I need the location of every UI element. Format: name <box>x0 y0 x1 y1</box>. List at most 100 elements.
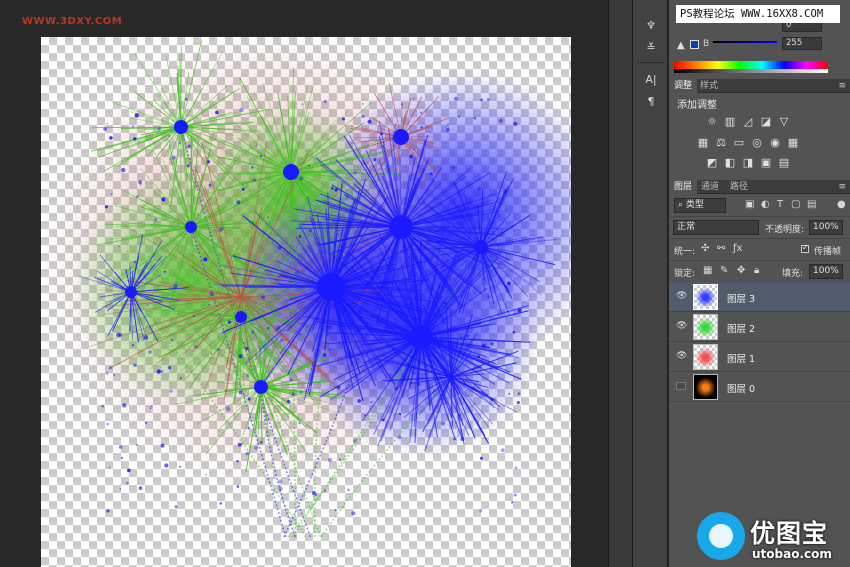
pixel-filter-icon[interactable]: ▣ <box>745 199 754 210</box>
glitter-dot <box>459 335 464 340</box>
glitter-dot <box>106 422 110 426</box>
glitter-dot <box>445 260 449 264</box>
unify-visibility-icon[interactable]: ⚯ <box>717 243 725 254</box>
photo-filter-icon[interactable]: ◎ <box>751 137 763 148</box>
layer-row[interactable]: 👁︎ 图层 1 <box>669 342 850 372</box>
glitter-dot <box>109 366 112 370</box>
glitter-dot <box>412 372 416 376</box>
propagate-frame-checkbox[interactable] <box>801 243 809 253</box>
tab-styles[interactable]: 样式 <box>695 79 723 93</box>
opacity-value: 100% <box>813 222 839 232</box>
channel-mixer-icon[interactable]: ◉ <box>769 137 781 148</box>
glitter-dot <box>517 392 521 395</box>
glitter-dot <box>403 208 405 210</box>
shape-filter-icon[interactable]: ▢ <box>791 199 800 210</box>
tab-layers[interactable]: 图层 <box>669 180 698 194</box>
brush-preset-icon[interactable]: ♆ <box>642 18 660 34</box>
selective-color-icon[interactable]: ▤ <box>778 157 790 168</box>
tab-channels[interactable]: 通道 <box>696 180 724 194</box>
layer-row[interactable]: 👁︎ 图层 3 <box>669 282 850 312</box>
adjustment-filter-icon[interactable]: ◐ <box>761 199 770 210</box>
type-filter-icon[interactable]: T <box>777 199 783 210</box>
glitter-dot <box>361 115 365 118</box>
color-spectrum-ramp[interactable] <box>674 61 828 73</box>
glitter-dot <box>109 136 113 140</box>
firework-core <box>389 215 413 239</box>
layers-tabbar: 图层 通道 路径 ≡ <box>669 180 850 194</box>
glitter-dot <box>446 123 449 126</box>
glitter-dot <box>351 511 356 516</box>
glitter-dot <box>328 325 333 330</box>
glitter-dot <box>363 222 365 225</box>
lock-image-icon[interactable]: ✎ <box>720 265 728 276</box>
posterize-icon[interactable]: ◧ <box>724 157 736 168</box>
lock-position-icon[interactable]: ✥ <box>737 265 745 276</box>
glitter-dot <box>344 196 350 201</box>
tab-adjustments[interactable]: 调整 <box>669 79 698 93</box>
fill-input[interactable]: 100% <box>809 264 843 279</box>
glitter-dot <box>352 257 354 259</box>
panel-menu-icon[interactable]: ≡ <box>838 79 846 93</box>
filter-kind-select[interactable]: ⌕ 类型 <box>674 198 726 213</box>
glitter-dot <box>491 230 495 233</box>
thumbnail-burst <box>696 378 715 397</box>
glitter-dot <box>209 291 214 296</box>
curves-icon[interactable]: ◿ <box>742 116 754 127</box>
color-lookup-icon[interactable]: ▦ <box>787 137 799 148</box>
visibility-eye-icon[interactable]: 👁︎ <box>676 352 687 361</box>
visibility-eye-icon[interactable]: 👁︎ <box>676 292 687 301</box>
color-balance-icon[interactable]: ⚖ <box>715 137 727 148</box>
unify-style-icon[interactable]: ƒx <box>733 243 742 254</box>
brightness-contrast-icon[interactable]: ☼ <box>706 116 718 127</box>
layer-row[interactable]: 👁︎ 图层 2 <box>669 312 850 342</box>
black-white-icon[interactable]: ▭ <box>733 137 745 148</box>
visibility-eye-icon[interactable]: 👁︎ <box>676 322 687 331</box>
gradient-triangle-icon[interactable]: ▽ <box>778 116 790 127</box>
blend-mode-value: 正常 <box>677 222 696 232</box>
glitter-dot <box>245 346 249 351</box>
gradient-map-icon[interactable]: ▣ <box>760 157 772 168</box>
exposure-icon[interactable]: ◪ <box>760 116 772 127</box>
opacity-input[interactable]: 100% <box>809 220 843 235</box>
blend-mode-select[interactable]: 正常 <box>673 220 759 235</box>
vibrance-icon[interactable]: ▦ <box>697 137 709 148</box>
glitter-dot <box>299 333 302 336</box>
layer-thumbnail <box>693 374 718 400</box>
threshold-icon[interactable]: ◨ <box>742 157 754 168</box>
color-value-b[interactable]: 255 <box>782 37 822 50</box>
glitter-dot <box>311 221 316 225</box>
layers-panel-menu-icon[interactable]: ≡ <box>838 180 846 194</box>
glitter-dot <box>317 457 319 460</box>
brush-settings-icon[interactable]: ≚ <box>642 40 660 56</box>
web-color-swatch[interactable] <box>690 40 699 49</box>
vertical-scrollbar[interactable] <box>608 0 632 567</box>
glitter-dot <box>219 228 223 232</box>
invert-icon[interactable]: ◩ <box>706 157 718 168</box>
glitter-dot <box>247 427 250 430</box>
glitter-dot <box>458 257 461 259</box>
fill-value: 100% <box>813 266 839 276</box>
character-icon[interactable]: A| <box>642 72 660 88</box>
tab-paths[interactable]: 路径 <box>725 180 753 194</box>
visibility-toggle-empty[interactable] <box>676 382 686 390</box>
levels-icon[interactable]: ▥ <box>724 116 736 127</box>
layer-row[interactable]: 图层 0 <box>669 372 850 402</box>
glitter-dot <box>356 328 361 333</box>
lock-transparent-icon[interactable]: ▦ <box>703 265 712 276</box>
utobao-logo: 优图宝 utobao.com <box>692 508 850 567</box>
filter-toggle-icon[interactable]: ● <box>837 199 846 210</box>
gamut-warning-icon[interactable]: ▲ <box>677 40 685 51</box>
smart-object-filter-icon[interactable]: ▤ <box>807 199 816 210</box>
unify-position-icon[interactable]: ✣ <box>701 243 709 254</box>
firework-spark <box>450 376 453 416</box>
document-canvas[interactable] <box>41 37 571 567</box>
paragraph-icon[interactable]: ¶ <box>642 94 660 110</box>
firework-core <box>235 311 247 323</box>
glitter-dot <box>454 96 458 101</box>
color-slider-b[interactable] <box>713 41 777 43</box>
lock-all-icon[interactable]: 🔒︎ <box>754 265 759 276</box>
glitter-dot <box>370 400 373 404</box>
glitter-dot <box>237 442 242 447</box>
glitter-dot <box>171 155 176 160</box>
glitter-dot <box>473 116 477 120</box>
